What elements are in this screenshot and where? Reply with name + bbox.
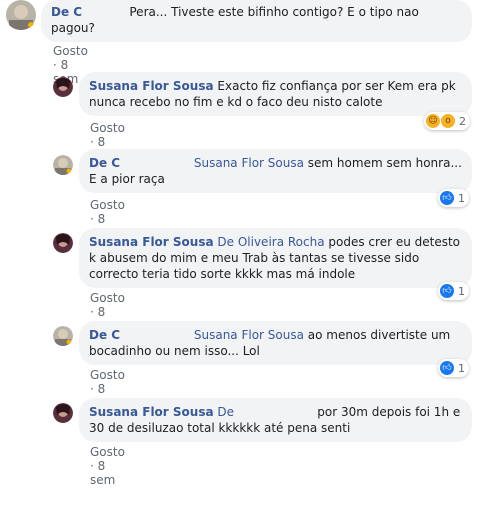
reaction-summary[interactable]: 👍︎ 1 bbox=[438, 189, 469, 207]
redacted-author-name: liveira Roch bbox=[120, 327, 191, 343]
avatar[interactable] bbox=[53, 233, 73, 253]
comment-actions: Gosto · 8 sem bbox=[90, 445, 125, 487]
comment-bubble: Susana Flor Sousa DeOliveira Roch por 30… bbox=[79, 398, 472, 442]
separator: · bbox=[90, 212, 94, 226]
like-link[interactable]: Gosto bbox=[90, 445, 125, 459]
like-icon: 👍︎ bbox=[440, 361, 454, 375]
reaction-count: 2 bbox=[459, 114, 466, 128]
separator: · bbox=[90, 382, 94, 396]
mention-link[interactable]: Susana Flor Sousa bbox=[194, 328, 304, 342]
avatar[interactable] bbox=[53, 77, 73, 97]
comment-author[interactable]: Susana Flor Sousa bbox=[89, 405, 214, 419]
comment-bubble: De Cliveira Roch Susana Flor Sousa sem h… bbox=[79, 149, 472, 193]
wow-icon: o bbox=[441, 114, 455, 128]
reaction-count: 1 bbox=[458, 361, 465, 375]
reaction-count: 1 bbox=[458, 284, 465, 298]
comment-author[interactable]: De C bbox=[89, 156, 120, 170]
reaction-summary[interactable]: ☺ o 2 bbox=[424, 112, 470, 130]
avatar-photo-icon bbox=[53, 233, 73, 253]
like-link[interactable]: Gosto bbox=[90, 368, 125, 382]
haha-icon: ☺ bbox=[426, 114, 440, 128]
avatar-photo-icon bbox=[53, 403, 73, 423]
like-icon: 👍︎ bbox=[440, 191, 454, 205]
separator: · bbox=[90, 305, 94, 319]
comment-author[interactable]: De C bbox=[89, 328, 120, 342]
comment-author[interactable]: De C bbox=[51, 5, 82, 19]
comment-author[interactable]: Susana Flor Sousa bbox=[89, 235, 214, 249]
mention-link[interactable]: De bbox=[217, 405, 234, 419]
separator: · bbox=[53, 58, 57, 72]
comment-bubble: De Clivei Ro Pera... Tiveste este bifinh… bbox=[41, 0, 472, 42]
like-link[interactable]: Gosto bbox=[53, 44, 88, 58]
reaction-summary[interactable]: 👍︎ 1 bbox=[438, 282, 469, 300]
avatar[interactable] bbox=[5, 0, 37, 30]
mention-link[interactable]: Susana Flor Sousa bbox=[194, 156, 304, 170]
redacted-mention-name: Oliveira Roch bbox=[234, 404, 314, 420]
comment-time[interactable]: 8 sem bbox=[90, 459, 115, 487]
avatar-photo-icon bbox=[6, 0, 36, 30]
like-link[interactable]: Gosto bbox=[90, 198, 125, 212]
reaction-summary[interactable]: 👍︎ 1 bbox=[438, 359, 469, 377]
avatar-photo-icon bbox=[53, 155, 73, 175]
redacted-author-name: livei Ro bbox=[82, 4, 126, 20]
mention-link[interactable]: De Oliveira Rocha bbox=[217, 235, 324, 249]
separator: · bbox=[90, 459, 94, 473]
avatar[interactable] bbox=[53, 155, 73, 175]
like-link[interactable]: Gosto bbox=[90, 121, 125, 135]
like-icon: 👍︎ bbox=[440, 284, 454, 298]
avatar[interactable] bbox=[53, 403, 73, 423]
avatar[interactable] bbox=[53, 326, 73, 346]
comment-bubble: Susana Flor Sousa De Oliveira Rocha pode… bbox=[79, 228, 472, 288]
like-link[interactable]: Gosto bbox=[90, 291, 125, 305]
avatar-photo-icon bbox=[53, 326, 73, 346]
comment-author[interactable]: Susana Flor Sousa bbox=[89, 79, 214, 93]
comment-bubble: Susana Flor Sousa Exacto fiz confiança p… bbox=[79, 72, 472, 116]
reaction-count: 1 bbox=[458, 191, 465, 205]
redacted-author-name: liveira Roch bbox=[120, 155, 191, 171]
comment-bubble: De Cliveira Roch Susana Flor Sousa ao me… bbox=[79, 321, 472, 365]
avatar-photo-icon bbox=[53, 77, 73, 97]
separator: · bbox=[90, 135, 94, 149]
